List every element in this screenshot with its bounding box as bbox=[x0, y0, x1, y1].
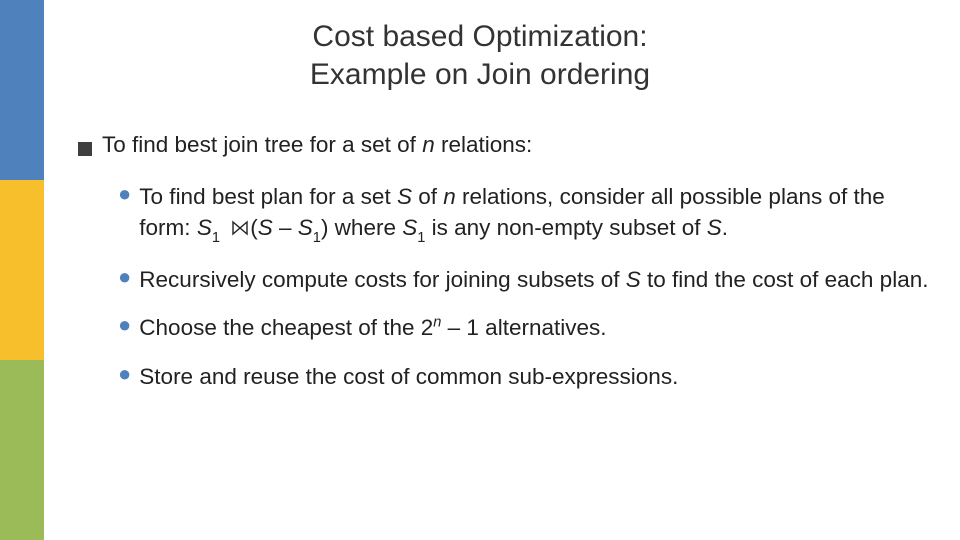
level1-text: To find best join tree for a set of n re… bbox=[102, 130, 930, 160]
b1-open: ( bbox=[250, 215, 258, 240]
lvl1-n: n bbox=[422, 132, 435, 157]
b1-n: n bbox=[443, 184, 456, 209]
level2-text-1: To find best plan for a set S of n relat… bbox=[139, 182, 930, 247]
slide-body: To find best join tree for a set of n re… bbox=[78, 130, 930, 392]
color-sidebar bbox=[0, 0, 44, 540]
level2-text-4: Store and reuse the cost of common sub-e… bbox=[139, 362, 930, 392]
b1-t0: To find best plan for a set bbox=[139, 184, 397, 209]
b4-t0: Store and reuse the cost of common sub-e… bbox=[139, 364, 678, 389]
disc-bullet-icon: ● bbox=[118, 362, 131, 386]
sidebar-segment-gold bbox=[0, 180, 44, 360]
b3-t0: Choose the cheapest of the 2 bbox=[139, 315, 433, 340]
b1-S2: S bbox=[258, 215, 273, 240]
b1-S1c: S bbox=[402, 215, 417, 240]
bullet-level2-item: ● To find best plan for a set S of n rel… bbox=[118, 182, 930, 247]
b1-close: ) where bbox=[321, 215, 402, 240]
b1-S1b: S bbox=[298, 215, 313, 240]
join-symbol-icon bbox=[232, 214, 248, 244]
disc-bullet-icon: ● bbox=[118, 313, 131, 337]
b1-S: S bbox=[397, 184, 412, 209]
b2-t1: to find the cost of each plan. bbox=[641, 267, 929, 292]
b1-Send: S bbox=[707, 215, 722, 240]
level2-text-3: Choose the cheapest of the 2n – 1 altern… bbox=[139, 313, 930, 343]
b1-t1: of bbox=[412, 184, 443, 209]
disc-bullet-icon: ● bbox=[118, 182, 131, 206]
lvl1-prefix: To find best join tree for a set of bbox=[102, 132, 422, 157]
bullet-level2-item: ● Recursively compute costs for joining … bbox=[118, 265, 930, 295]
bullet-level2-item: ● Store and reuse the cost of common sub… bbox=[118, 362, 930, 392]
b1-sub1c: 1 bbox=[417, 230, 425, 246]
title-line-2: Example on Join ordering bbox=[0, 56, 960, 94]
title-line-1: Cost based Optimization: bbox=[0, 18, 960, 56]
b1-minus: – bbox=[273, 215, 298, 240]
b3-t1: – 1 alternatives. bbox=[441, 315, 606, 340]
square-bullet-icon bbox=[78, 134, 92, 164]
b1-t3: is any non-empty subset of bbox=[425, 215, 706, 240]
sidebar-segment-blue bbox=[0, 0, 44, 180]
b1-dot: . bbox=[722, 215, 728, 240]
level2-text-2: Recursively compute costs for joining su… bbox=[139, 265, 930, 295]
b1-sub1b: 1 bbox=[313, 230, 321, 246]
b2-S: S bbox=[626, 267, 641, 292]
b1-S1a: S bbox=[197, 215, 212, 240]
bullet-level2-item: ● Choose the cheapest of the 2n – 1 alte… bbox=[118, 313, 930, 343]
level2-group: ● To find best plan for a set S of n rel… bbox=[118, 182, 930, 392]
lvl1-suffix: relations: bbox=[435, 132, 533, 157]
b2-t0: Recursively compute costs for joining su… bbox=[139, 267, 625, 292]
b1-sub1a: 1 bbox=[212, 230, 220, 246]
bullet-level1: To find best join tree for a set of n re… bbox=[78, 130, 930, 164]
sidebar-segment-green bbox=[0, 360, 44, 540]
slide-title: Cost based Optimization: Example on Join… bbox=[0, 0, 960, 103]
disc-bullet-icon: ● bbox=[118, 265, 131, 289]
